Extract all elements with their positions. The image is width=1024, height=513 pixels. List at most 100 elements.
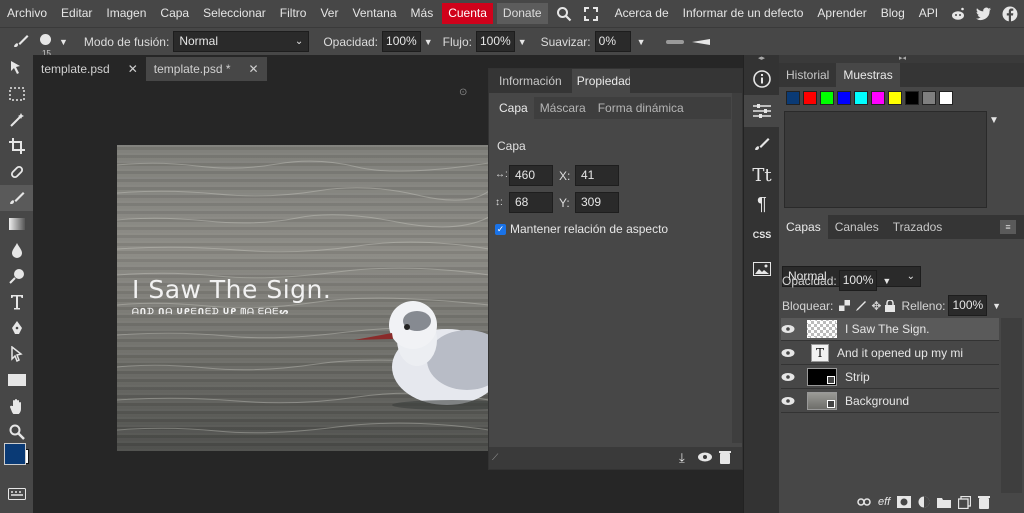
opacity-input[interactable]: 100% — [382, 31, 421, 52]
layer-row[interactable]: I Saw The Sign. — [781, 318, 999, 341]
color-swatch[interactable] — [820, 91, 834, 105]
brush-preset-icon[interactable]: 15 — [34, 33, 56, 57]
pen-tool-icon[interactable] — [0, 315, 33, 341]
new-group-icon[interactable] — [937, 497, 952, 508]
menu-editar[interactable]: Editar — [54, 0, 99, 27]
blend-mode-select[interactable]: Normal ⌄ — [173, 31, 310, 52]
tab-historial[interactable]: Historial — [779, 63, 836, 87]
link-layers-icon[interactable] — [857, 498, 871, 506]
visibility-eye-icon[interactable] — [781, 372, 803, 382]
subtab-mascara[interactable]: Máscara — [534, 97, 592, 119]
gradient-tool-icon[interactable] — [0, 211, 33, 237]
color-swatch[interactable] — [939, 91, 953, 105]
fill-input[interactable]: 100% — [948, 295, 988, 316]
color-swatch[interactable] — [888, 91, 902, 105]
visibility-eye-icon[interactable] — [781, 396, 803, 406]
close-icon[interactable]: ✕ — [128, 62, 138, 76]
color-swatch[interactable] — [922, 91, 936, 105]
move-tool-icon[interactable] — [0, 55, 33, 81]
shape-tool-icon[interactable] — [0, 367, 33, 393]
menu-mas[interactable]: Más — [404, 0, 441, 27]
add-mask-icon[interactable] — [897, 496, 912, 508]
facebook-icon[interactable] — [997, 6, 1023, 22]
fill-caret-icon[interactable]: ▼ — [992, 301, 1001, 311]
subtab-forma-dinamica[interactable]: Forma dinámica — [592, 97, 690, 119]
search-icon[interactable] — [550, 6, 578, 22]
tab-propiedades[interactable]: Propiedades — [571, 69, 630, 93]
path-select-tool-icon[interactable] — [0, 341, 33, 367]
fullscreen-icon[interactable] — [578, 6, 604, 21]
menu-ventana[interactable]: Ventana — [345, 0, 403, 27]
lock-position-icon[interactable]: ✥ — [871, 299, 881, 313]
visibility-eye-icon[interactable] — [781, 324, 803, 334]
swatches-menu-caret-icon[interactable]: ▼ — [989, 115, 999, 126]
panel-menu-icon[interactable]: ≡ — [1000, 220, 1016, 234]
crop-tool-icon[interactable] — [0, 133, 33, 159]
color-swatches[interactable] — [0, 443, 33, 481]
css-icon[interactable]: CSS — [744, 217, 780, 253]
zoom-tool-icon[interactable] — [0, 419, 33, 445]
delete-trash-icon[interactable] — [719, 450, 731, 464]
color-swatch[interactable] — [854, 91, 868, 105]
x-input[interactable]: 41 — [575, 165, 619, 186]
marquee-tool-icon[interactable] — [0, 81, 33, 107]
smoothing-input[interactable]: 0% — [594, 31, 631, 52]
link-acerca[interactable]: Acerca de — [608, 0, 676, 27]
layer-opacity-input[interactable]: 100% — [838, 270, 878, 291]
color-swatch[interactable] — [837, 91, 851, 105]
visibility-eye-icon[interactable] — [697, 451, 713, 463]
menu-seleccionar[interactable]: Seleccionar — [196, 0, 273, 27]
visibility-eye-icon[interactable] — [781, 348, 803, 358]
brush-tool-icon[interactable] — [0, 185, 33, 211]
account-button[interactable]: Cuenta — [442, 3, 493, 24]
tab-capas[interactable]: Capas — [779, 215, 828, 239]
layers-scrollbar[interactable] — [1001, 318, 1022, 493]
dodge-tool-icon[interactable] — [0, 263, 33, 289]
layer-row[interactable]: Background — [781, 390, 999, 413]
tab-trazados[interactable]: Trazados — [886, 215, 950, 239]
adjustment-layer-icon[interactable] — [918, 496, 930, 508]
tab-template-psd[interactable]: template.psd ✕ — [33, 57, 146, 81]
color-swatch[interactable] — [905, 91, 919, 105]
collapse-arrows-icon[interactable]: ◂▸ — [744, 55, 779, 63]
character-icon[interactable]: Tt — [744, 159, 780, 191]
aspect-ratio-checkbox[interactable]: ✓ — [495, 223, 506, 235]
new-layer-icon[interactable] — [958, 495, 972, 509]
pressure-opacity-icon[interactable] — [665, 39, 684, 45]
layer-opacity-caret-icon[interactable]: ▼ — [882, 276, 891, 286]
aspect-ratio-row[interactable]: ✓ Mantener relación de aspecto — [495, 222, 668, 236]
twitter-icon[interactable] — [971, 7, 997, 21]
lock-pixels-icon[interactable] — [855, 300, 867, 312]
tab-canales[interactable]: Canales — [828, 215, 886, 239]
smoothing-slider-caret-icon[interactable]: ▼ — [637, 37, 646, 47]
info-icon[interactable] — [744, 63, 780, 95]
color-swatch[interactable] — [786, 91, 800, 105]
foreground-color-swatch[interactable] — [4, 443, 26, 465]
subtab-capa[interactable]: Capa — [493, 97, 534, 119]
brush-tool-icon[interactable] — [8, 34, 34, 50]
menu-filtro[interactable]: Filtro — [273, 0, 314, 27]
lock-all-icon[interactable] — [885, 299, 896, 312]
delete-layer-icon[interactable] — [978, 495, 991, 509]
donate-button[interactable]: Donate — [496, 3, 548, 24]
magic-wand-tool-icon[interactable] — [0, 107, 33, 133]
menu-archivo[interactable]: Archivo — [0, 0, 54, 27]
flow-input[interactable]: 100% — [475, 31, 515, 52]
properties-adjust-icon[interactable] — [744, 95, 780, 127]
resize-grip-icon[interactable]: ⟋ — [492, 452, 498, 463]
keyboard-icon[interactable] — [0, 481, 33, 507]
tab-informacion[interactable]: Información — [489, 69, 572, 93]
menu-capa[interactable]: Capa — [153, 0, 196, 27]
y-input[interactable]: 309 — [575, 192, 619, 213]
collapse-arrows-icon[interactable]: ▸◂ — [779, 55, 1024, 63]
tab-muestras[interactable]: Muestras — [836, 63, 900, 87]
healing-tool-icon[interactable] — [0, 159, 33, 185]
opacity-slider-caret-icon[interactable]: ▼ — [424, 37, 433, 47]
document-canvas[interactable]: I Saw The Sign. ᗩᑎᗪ ᑎᗩ ᑌᑭᗴᑎᗴᗪ ᑌᑭ ᗰᗩ ᗴᗩᗴᔕ — [117, 145, 489, 451]
flow-slider-caret-icon[interactable]: ▼ — [518, 37, 527, 47]
blur-tool-icon[interactable] — [0, 237, 33, 263]
color-swatch[interactable] — [871, 91, 885, 105]
paragraph-icon[interactable]: ¶ — [744, 191, 780, 217]
reddit-icon[interactable] — [945, 6, 971, 22]
lock-transparency-icon[interactable] — [839, 300, 851, 311]
